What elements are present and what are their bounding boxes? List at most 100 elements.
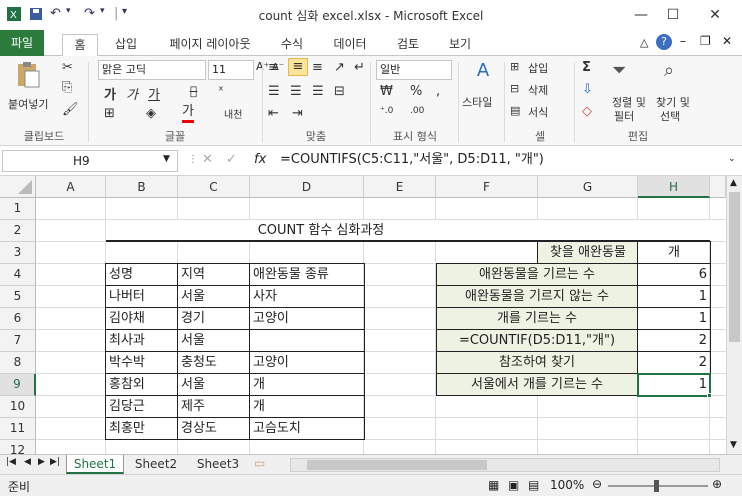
doc-close-icon[interactable]: ✕ <box>722 34 732 48</box>
zoom-level[interactable]: 100% <box>550 478 584 492</box>
align-top-icon[interactable]: ≡ <box>268 60 279 75</box>
italic-button[interactable]: 가 <box>126 84 138 103</box>
worksheet-grid[interactable]: A B C D E F G H 1 2 3 4 5 6 7 8 9 10 11 … <box>0 176 742 454</box>
help-icon[interactable]: ? <box>656 34 672 50</box>
format-cells-icon[interactable]: ▤ <box>510 104 520 117</box>
table-cell[interactable]: 충청도 <box>178 352 220 374</box>
summary-label[interactable]: 서울에서 개를 기르는 수 <box>437 374 637 396</box>
vertical-scrollbar[interactable]: ▲ ▼ <box>726 176 742 454</box>
column-header-e[interactable]: E <box>364 176 436 198</box>
percent-icon[interactable]: % <box>410 84 422 99</box>
name-box[interactable]: H9 ▼ <box>2 150 178 172</box>
tab-data[interactable]: 데이터 <box>326 34 374 56</box>
cut-icon[interactable]: ✂ <box>62 60 73 75</box>
tab-file[interactable]: 파일 <box>0 30 44 56</box>
table-cell[interactable]: 사자 <box>250 286 280 308</box>
tab-home[interactable]: 홈 <box>62 34 98 57</box>
table-cell[interactable]: 최홍만 <box>106 418 148 440</box>
row-header-7[interactable]: 7 <box>0 330 36 352</box>
bold-button[interactable]: 가 <box>104 84 116 103</box>
table-cell[interactable]: 서울 <box>178 374 208 396</box>
column-header-d[interactable]: D <box>250 176 364 198</box>
cancel-formula-icon[interactable]: ✕ <box>202 152 213 167</box>
summary-label[interactable]: 애완동물을 기르지 않는 수 <box>437 286 637 308</box>
align-right-icon[interactable]: ☰ <box>312 84 324 99</box>
table-cell[interactable]: 김야채 <box>106 308 148 330</box>
clear-icon[interactable]: ◇ <box>582 104 592 119</box>
underline-button[interactable]: 가 <box>148 84 160 103</box>
tab-insert[interactable]: 삽입 <box>106 34 146 56</box>
merge-center-icon[interactable]: ⊟ <box>334 84 345 99</box>
new-sheet-icon[interactable]: ▭ <box>254 456 265 470</box>
align-left-icon[interactable]: ☰ <box>268 84 280 99</box>
table-cell[interactable]: 고양이 <box>250 308 292 330</box>
insert-cells-label[interactable]: 삽입 <box>528 60 548 76</box>
page-break-view-icon[interactable]: ▤ <box>528 478 539 492</box>
table-header-name[interactable]: 성명 <box>106 264 136 286</box>
borders-icon[interactable]: ⊞ <box>104 106 115 121</box>
fill-color-icon[interactable]: ◈ <box>146 106 156 121</box>
summary-label[interactable]: 애완동물을 기르는 수 <box>437 264 637 286</box>
find-select-label-2[interactable]: 선택 <box>660 108 680 124</box>
horizontal-scrollbar[interactable] <box>290 458 720 472</box>
tab-page-layout[interactable]: 페이지 레이아웃 <box>158 34 262 56</box>
table-cell[interactable]: 고양이 <box>250 352 292 374</box>
table-cell[interactable]: 경상도 <box>178 418 220 440</box>
zoom-slider-knob[interactable] <box>654 480 659 492</box>
table-cell[interactable]: 김당근 <box>106 396 148 418</box>
summary-label[interactable]: 개를 기르는 수 <box>437 308 637 330</box>
minimize-button[interactable]: — <box>626 4 656 26</box>
font-color-button[interactable]: 가 <box>182 104 194 123</box>
row-header-12[interactable]: 12 <box>0 440 36 454</box>
summary-value[interactable]: 1 <box>638 308 710 330</box>
zoom-in-icon[interactable]: ⊕ <box>712 477 722 491</box>
paste-icon[interactable] <box>12 60 44 90</box>
sheet-tab-sheet3[interactable]: Sheet3 <box>188 455 248 474</box>
scroll-down-icon[interactable]: ▼ <box>730 440 737 450</box>
table-cell[interactable]: 개 <box>250 374 268 396</box>
table-header-region[interactable]: 지역 <box>178 264 208 286</box>
h-scroll-thumb[interactable] <box>307 460 487 470</box>
autosum-icon[interactable]: Σ <box>582 60 591 75</box>
find-value[interactable]: 개 <box>638 242 710 264</box>
table-cell[interactable]: 박수박 <box>106 352 148 374</box>
summary-value[interactable]: 6 <box>638 264 710 286</box>
formula-input[interactable]: =COUNTIFS(C5:C11,"서울", D5:D11, "개") <box>276 150 726 172</box>
zoom-out-icon[interactable]: ⊖ <box>592 477 602 491</box>
fill-handle[interactable] <box>707 393 712 398</box>
sort-filter-icon[interactable]: ⏷ <box>612 60 626 81</box>
insert-function-button[interactable]: fx <box>254 152 266 167</box>
tab-review[interactable]: 검토 <box>388 34 428 56</box>
sort-filter-label-2[interactable]: 필터 <box>614 108 634 124</box>
column-header-c[interactable]: C <box>178 176 250 198</box>
column-header-h[interactable]: H <box>638 176 710 198</box>
table-cell[interactable]: 경기 <box>178 308 208 330</box>
row-header-5[interactable]: 5 <box>0 286 36 308</box>
row-header-9[interactable]: 9 <box>0 374 36 396</box>
sheet-tab-sheet2[interactable]: Sheet2 <box>126 455 186 474</box>
decrease-indent-icon[interactable]: ⇤ <box>268 106 279 121</box>
find-label[interactable]: 찾을 애완동물 <box>538 242 638 264</box>
summary-value[interactable]: 2 <box>638 352 710 374</box>
table-cell[interactable]: 서울 <box>178 286 208 308</box>
summary-value[interactable]: 1 <box>638 286 710 308</box>
wrap-text-icon[interactable]: ↵ <box>354 60 365 75</box>
font-size-combo[interactable]: 11 <box>208 60 254 80</box>
align-middle-icon[interactable]: ≡ <box>288 58 308 76</box>
table-cell[interactable]: 제주 <box>178 396 208 418</box>
find-select-icon[interactable]: ⌕ <box>664 60 674 81</box>
tab-formulas[interactable]: 수식 <box>272 34 312 56</box>
summary-label[interactable]: 참조하여 찾기 <box>437 352 637 374</box>
align-center-icon[interactable]: ☰ <box>290 84 302 99</box>
table-cell[interactable]: 서울 <box>178 330 208 352</box>
font-name-combo[interactable]: 맑은 고딕 <box>98 60 206 80</box>
close-button[interactable]: ✕ <box>700 4 730 26</box>
summary-value[interactable]: 2 <box>638 330 710 352</box>
column-header-f[interactable]: F <box>436 176 538 198</box>
styles-icon[interactable]: A <box>470 60 496 88</box>
increase-decimal-icon[interactable]: ⁺.0 <box>380 106 393 116</box>
fill-icon[interactable]: ⇩ <box>582 82 593 97</box>
next-sheet-icon[interactable]: ▶ <box>38 457 45 467</box>
scroll-up-icon[interactable]: ▲ <box>730 178 737 188</box>
column-header-a[interactable]: A <box>36 176 106 198</box>
